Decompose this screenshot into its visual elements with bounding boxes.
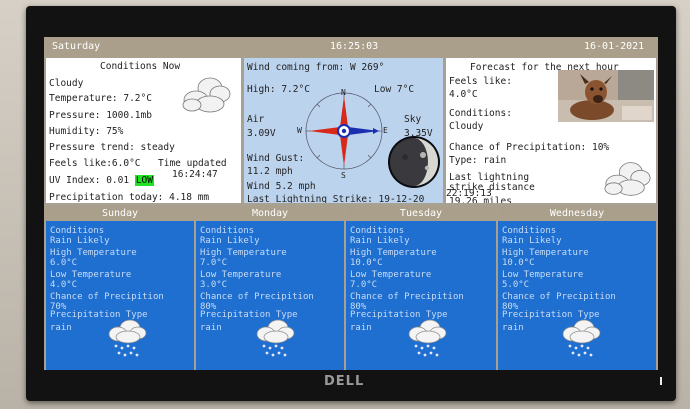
moon-icon xyxy=(388,136,440,188)
air-battery-value: 3.09V xyxy=(247,128,276,139)
day-low-value: 4.0°C xyxy=(50,280,78,290)
day-low-value: 5.0°C xyxy=(502,280,530,290)
day-low-label: Low Temperature xyxy=(200,270,282,280)
compass-west-label: W xyxy=(297,126,302,135)
current-date: 16-01-2021 xyxy=(584,41,645,52)
forecast-next-hour-panel: Forecast for the next hour Feels like: 4… xyxy=(446,58,656,207)
forecast-conditions-label: Conditions: xyxy=(449,108,512,119)
wind-direction: Wind coming from: W 269° xyxy=(247,62,385,73)
top-status-bar: Saturday 16:25:03 16-01-2021 xyxy=(44,37,658,57)
forecast-day-sunday: Sunday Conditions Rain Likely High Tempe… xyxy=(46,206,194,370)
uv-level-badge: LOW xyxy=(134,175,154,186)
day-precip-type-value: rain xyxy=(502,323,524,333)
forecast-feels-value: 4.0°C xyxy=(449,89,478,100)
wind-speed: Wind 5.2 mph xyxy=(247,181,316,192)
compass-east-label: E xyxy=(383,126,388,135)
day-low-label: Low Temperature xyxy=(350,270,432,280)
day-chance-label: Chance of Precipition xyxy=(50,292,164,302)
forecast-chance-precip: Chance of Precipitation: 10% xyxy=(449,142,610,153)
day-high-value: 7.0°C xyxy=(200,258,228,268)
day-conditions-label: Conditions xyxy=(200,226,255,236)
rain-cloud-icon xyxy=(256,319,295,357)
day-high-value: 10.0°C xyxy=(502,258,535,268)
day-chance-label: Chance of Precipition xyxy=(502,292,616,302)
current-summary: Cloudy xyxy=(49,78,84,89)
day-low-value: 3.0°C xyxy=(200,280,228,290)
dog-photo-icon xyxy=(558,70,654,122)
time-updated-value: 16:24:47 xyxy=(172,169,218,180)
wind-gust-label: Wind Gust: xyxy=(247,153,305,164)
forecast-conditions-value: Cloudy xyxy=(449,121,484,132)
day-precip-type-value: rain xyxy=(200,323,222,333)
last-lightning-time: 22:19:13 xyxy=(446,188,492,199)
day-precip-type-value: rain xyxy=(350,323,372,333)
conditions-now-panel: Conditions Now Cloudy Temperature: 7.2°C… xyxy=(46,58,241,203)
uv-index: UV Index: 0.01 LOW xyxy=(49,175,154,186)
air-battery-label: Air xyxy=(247,114,265,125)
current-time: 16:25:03 xyxy=(330,41,379,52)
day-high-value: 10.0°C xyxy=(350,258,383,268)
sky-battery-label: Sky xyxy=(404,114,422,125)
compass-rose-icon xyxy=(305,92,383,170)
section-divider xyxy=(44,203,658,205)
rain-cloud-icon xyxy=(562,319,601,357)
day-name: Tuesday xyxy=(346,206,496,221)
compass-south-label: S xyxy=(341,171,346,180)
day-conditions-label: Conditions xyxy=(50,226,105,236)
weather-dashboard: Saturday 16:25:03 16-01-2021 Conditions … xyxy=(44,37,658,370)
current-day: Saturday xyxy=(52,41,101,52)
conditions-now-title: Conditions Now xyxy=(100,61,181,72)
precipitation-today: Precipitation today: 4.18 mm xyxy=(49,192,210,203)
day-precip-type-value: rain xyxy=(50,323,72,333)
current-pressure: Pressure: 1000.1mb xyxy=(49,110,152,121)
forecast-day-wednesday: Wednesday Conditions Rain Likely High Te… xyxy=(498,206,656,370)
current-humidity: Humidity: 75% xyxy=(49,126,124,137)
forecast-feels-label: Feels like: xyxy=(449,76,512,87)
wind-panel: Wind coming from: W 269° High: 7.2°C Low… xyxy=(244,58,443,205)
uv-index-label: UV Index: 0.01 xyxy=(49,175,130,186)
pressure-trend: Pressure trend: steady xyxy=(49,142,175,153)
wind-gust-value: 11.2 mph xyxy=(247,166,293,177)
day-low-label: Low Temperature xyxy=(502,270,584,280)
day-conditions-value: Rain Likely xyxy=(502,236,562,246)
day-high-label: High Temperature xyxy=(350,248,437,258)
rain-cloud-icon xyxy=(408,319,447,357)
day-high-value: 6.0°C xyxy=(50,258,78,268)
day-conditions-label: Conditions xyxy=(350,226,405,236)
time-updated-label: Time updated xyxy=(158,158,227,169)
compass-north-label: N xyxy=(341,88,346,97)
day-name: Monday xyxy=(196,206,344,221)
rain-cloud-icon xyxy=(108,319,147,357)
current-temperature: Temperature: 7.2°C xyxy=(49,93,152,104)
day-low-value: 7.0°C xyxy=(350,280,378,290)
day-name: Sunday xyxy=(46,206,194,221)
forecast-precip-type: Type: rain xyxy=(449,155,507,166)
day-low-label: Low Temperature xyxy=(50,270,132,280)
day-high-label: High Temperature xyxy=(502,248,589,258)
feels-like: Feels like:6.0°C xyxy=(49,158,141,169)
day-high-label: High Temperature xyxy=(200,248,287,258)
day-chance-label: Chance of Precipition xyxy=(200,292,314,302)
day-conditions-value: Rain Likely xyxy=(200,236,260,246)
day-conditions-value: Rain Likely xyxy=(50,236,110,246)
monitor-brand-logo: DELL xyxy=(324,374,365,389)
day-conditions-label: Conditions xyxy=(502,226,557,236)
forecast-cloud-icon xyxy=(604,162,651,196)
day-chance-label: Chance of Precipition xyxy=(350,292,464,302)
day-high-label: High Temperature xyxy=(50,248,137,258)
power-led xyxy=(660,377,662,385)
cloud-icon xyxy=(182,77,231,113)
forecast-day-tuesday: Tuesday Conditions Rain Likely High Temp… xyxy=(346,206,496,370)
day-conditions-value: Rain Likely xyxy=(350,236,410,246)
forecast-day-monday: Monday Conditions Rain Likely High Tempe… xyxy=(196,206,344,370)
day-name: Wednesday xyxy=(498,206,656,221)
